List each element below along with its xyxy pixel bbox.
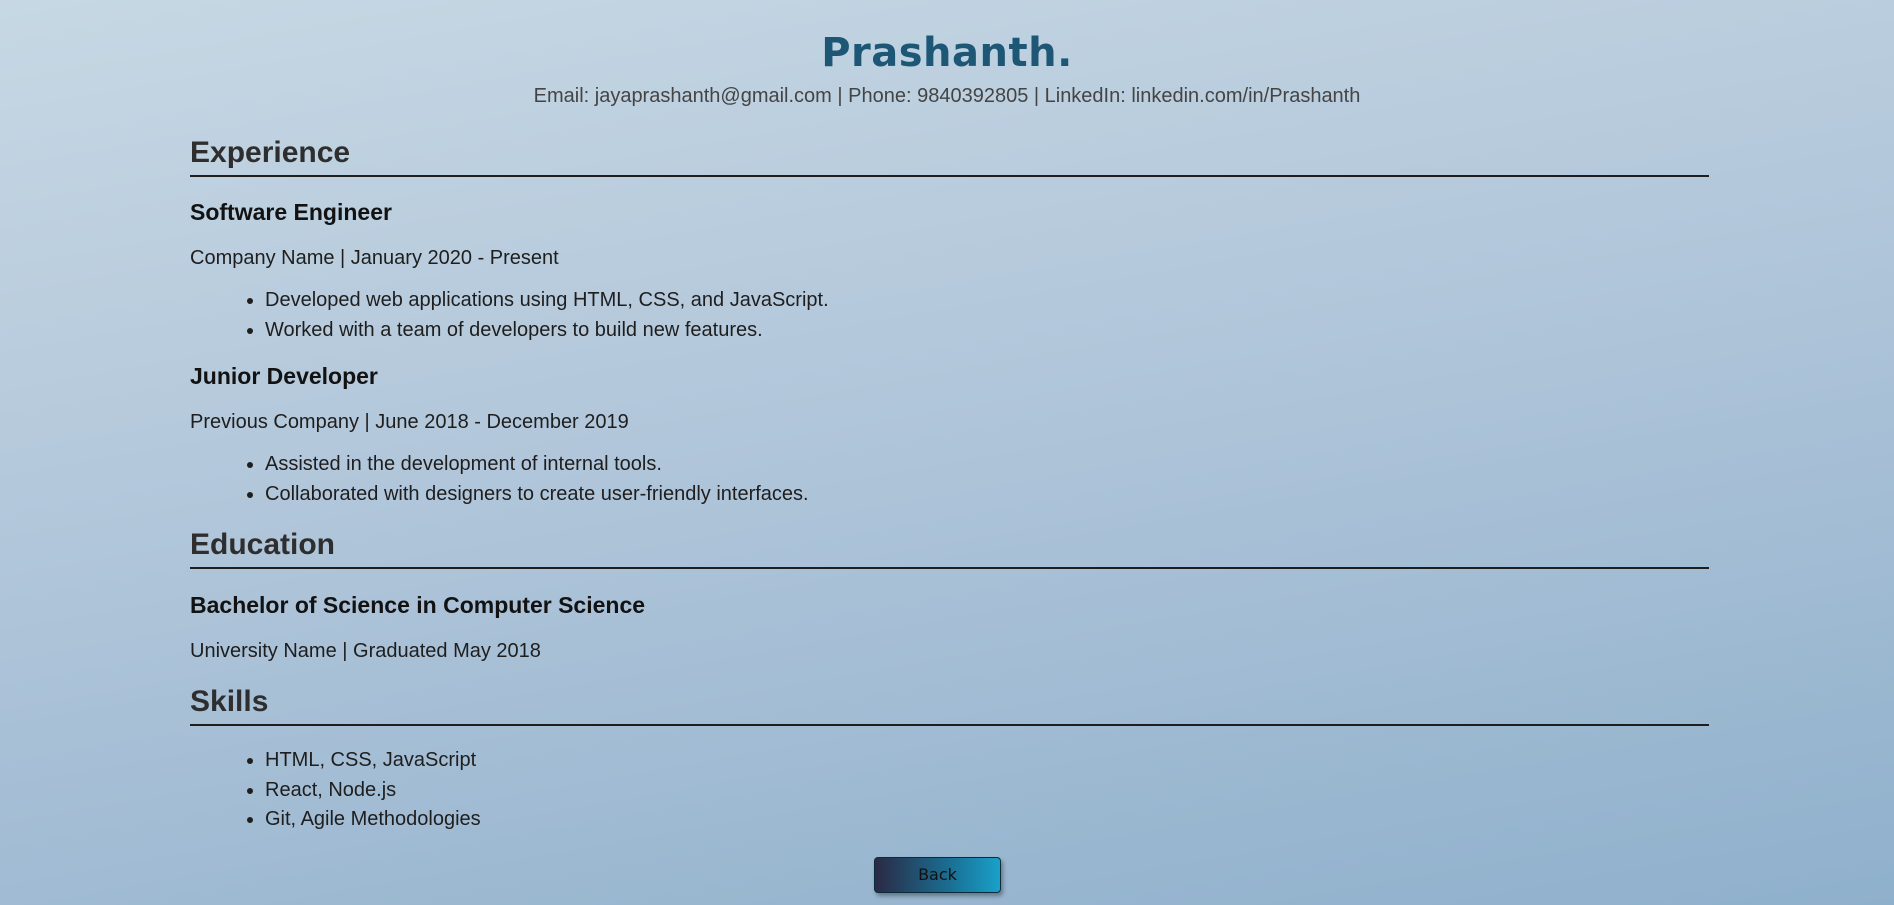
back-button[interactable]: Back: [874, 857, 1001, 893]
job-title: Software Engineer: [190, 199, 392, 225]
section-title-experience: Experience: [190, 135, 1709, 177]
skills-list: HTML, CSS, JavaScript React, Node.js Git…: [190, 746, 481, 835]
list-item: Developed web applications using HTML, C…: [265, 286, 829, 316]
degree-title: Bachelor of Science in Computer Science: [190, 592, 646, 618]
resume-name: Prashanth.: [821, 30, 1073, 76]
job-meta: Previous Company | June 2018 - December …: [190, 411, 629, 433]
job-title: Junior Developer: [190, 363, 378, 389]
section-title-education: Education: [190, 527, 1709, 569]
list-item: React, Node.js: [265, 776, 481, 806]
list-item: Assisted in the development of internal …: [265, 450, 809, 480]
list-item: HTML, CSS, JavaScript: [265, 746, 481, 776]
list-item: Collaborated with designers to create us…: [265, 480, 809, 510]
section-title-skills: Skills: [190, 684, 1709, 726]
job-bullets: Developed web applications using HTML, C…: [190, 286, 829, 345]
job-meta: Company Name | January 2020 - Present: [190, 247, 559, 269]
contact-info: Email: jayaprashanth@gmail.com | Phone: …: [533, 85, 1361, 107]
list-item: Worked with a team of developers to buil…: [265, 316, 829, 346]
job-bullets: Assisted in the development of internal …: [190, 450, 809, 509]
education-meta: University Name | Graduated May 2018: [190, 640, 541, 662]
resume-header: Prashanth. Email: jayaprashanth@gmail.co…: [0, 0, 1894, 108]
list-item: Git, Agile Methodologies: [265, 805, 481, 835]
